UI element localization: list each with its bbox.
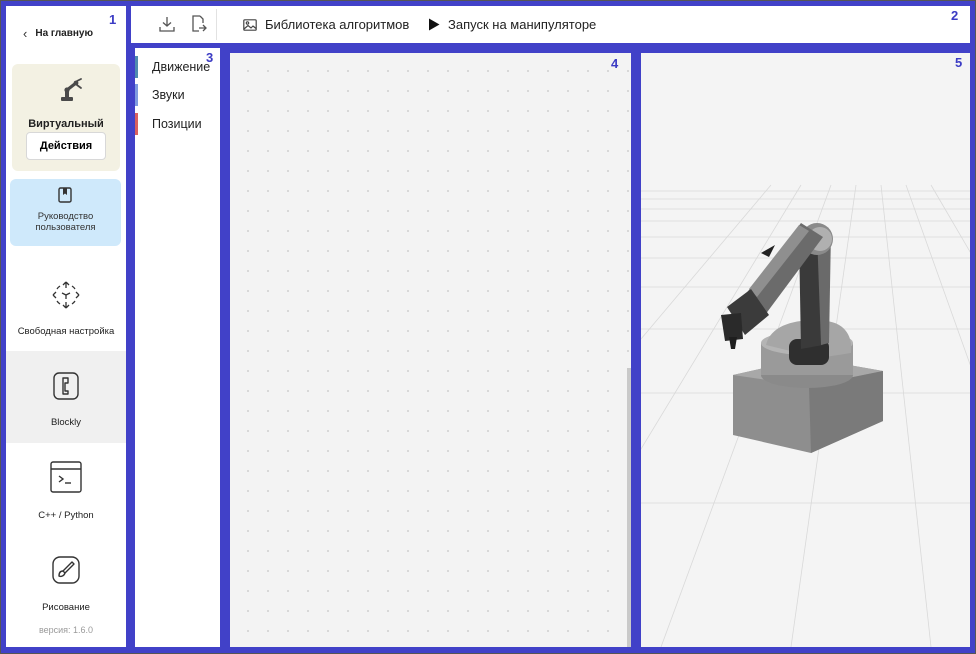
category-color-bar	[135, 113, 138, 135]
brush-icon	[52, 556, 80, 584]
category-color-bar	[135, 84, 138, 106]
terminal-icon	[50, 461, 82, 493]
robot-3d-viewer[interactable]: 5	[641, 53, 970, 647]
blockly-icon	[52, 371, 80, 401]
nav-cpp-python-label: C++ / Python	[38, 510, 94, 521]
category-movement[interactable]: Движение	[135, 56, 220, 78]
mode-title: Виртуальный	[28, 118, 104, 130]
nav-drawing[interactable]: Рисование	[6, 534, 126, 626]
panel-number-4: 4	[611, 56, 619, 71]
nav-blockly[interactable]: Blockly	[6, 351, 126, 443]
robot-arm-icon	[57, 77, 83, 103]
panel-number-1: 1	[109, 12, 117, 27]
blockly-workspace[interactable]: 4	[230, 53, 631, 647]
nav-cpp-python[interactable]: C++ / Python	[6, 443, 126, 535]
nav-blockly-label: Blockly	[50, 417, 82, 428]
nav-drawing-label: Рисование	[42, 602, 90, 613]
robot-arm-model	[721, 223, 883, 453]
category-movement-label: Движение	[152, 60, 211, 74]
algorithm-library-button[interactable]: Библиотека алгоритмов	[243, 6, 409, 43]
version-text: версия: 1.6.0	[38, 625, 94, 635]
category-positions[interactable]: Позиции	[135, 113, 220, 135]
user-guide-button[interactable]: Руководство пользователя	[10, 179, 121, 246]
run-on-manipulator-label: Запуск на манипуляторе	[448, 17, 597, 32]
toolbar: Библиотека алгоритмов Запуск на манипуля…	[131, 6, 970, 43]
guide-label-line2: пользователя	[35, 222, 96, 233]
free-move-icon	[51, 280, 81, 310]
nav-free-setup-label: Свободная настройка	[17, 326, 115, 337]
nav-free-setup[interactable]: Свободная настройка	[6, 259, 126, 351]
block-palette: 3 Движение Звуки Позиции	[135, 48, 220, 647]
workspace-scrollbar[interactable]	[627, 368, 631, 647]
panel-number-2: 2	[951, 8, 959, 23]
back-home-link[interactable]: ‹ На главную	[23, 26, 93, 41]
actions-button[interactable]: Действия	[26, 132, 106, 160]
sidebar: 1 ‹ На главную Виртуальный Действия Руко…	[6, 6, 126, 647]
image-icon	[243, 18, 257, 31]
book-icon	[58, 187, 72, 203]
category-sounds-label: Звуки	[152, 88, 185, 102]
category-sounds[interactable]: Звуки	[135, 84, 220, 106]
app-frame: 1 ‹ На главную Виртуальный Действия Руко…	[0, 0, 976, 654]
download-icon[interactable]	[159, 15, 175, 33]
chevron-left-icon: ‹	[23, 26, 28, 41]
category-color-bar	[135, 56, 138, 78]
export-icon[interactable]	[191, 15, 207, 33]
toolbar-divider	[216, 9, 217, 40]
guide-label-line1: Руководство	[37, 211, 94, 222]
algorithm-library-label: Библиотека алгоритмов	[265, 17, 410, 32]
category-positions-label: Позиции	[152, 117, 202, 131]
play-icon	[428, 18, 440, 31]
back-home-label: На главную	[35, 28, 94, 39]
run-on-manipulator-button[interactable]: Запуск на манипуляторе	[428, 6, 596, 43]
